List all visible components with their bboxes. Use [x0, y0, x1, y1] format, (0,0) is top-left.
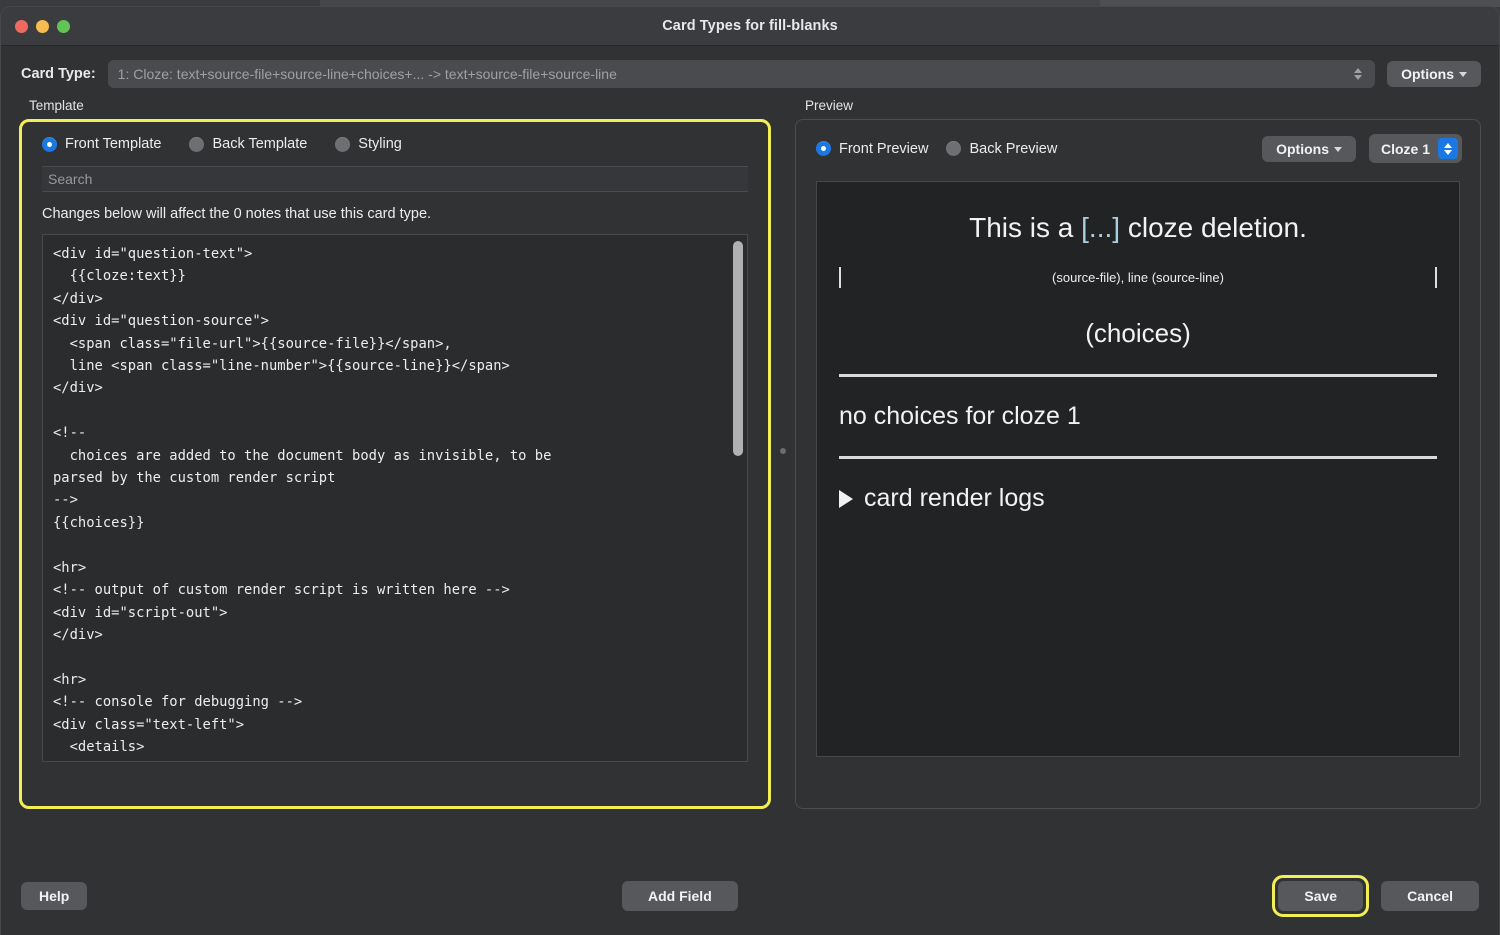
preview-divider-1	[839, 374, 1437, 377]
pane-splitter[interactable]	[771, 98, 795, 814]
preview-pane-caption: Preview	[805, 98, 854, 113]
notes-affected-notice: Changes below will affect the 0 notes th…	[42, 206, 432, 222]
code-scrollbar[interactable]	[733, 241, 743, 755]
code-scrollbar-thumb[interactable]	[733, 241, 743, 456]
right-tick-mark-icon	[1435, 267, 1437, 288]
template-group-box: Front Template Back Template Styling Cha…	[19, 119, 771, 809]
card-type-label: Card Type:	[21, 66, 96, 82]
preview-question-after: cloze deletion.	[1120, 212, 1307, 243]
preview-source-text: (source-file), line (source-line)	[1052, 270, 1224, 285]
chevron-updown-icon	[1351, 68, 1365, 80]
radio-styling[interactable]: Styling	[335, 136, 402, 152]
radio-back-template[interactable]: Back Template	[189, 136, 307, 152]
window-title: Card Types for fill-blanks	[662, 18, 838, 34]
search-input[interactable]	[48, 171, 742, 187]
card-preview-area: This is a [...] cloze deletion. (source-…	[816, 181, 1460, 757]
header-options-button[interactable]: Options	[1387, 61, 1481, 87]
preview-group-box: Front Preview Back Preview Options Cloze…	[795, 119, 1481, 809]
preview-options-label: Options	[1276, 140, 1329, 157]
template-code-text[interactable]: <div id="question-text"> {{cloze:text}} …	[43, 235, 747, 761]
template-radio-group: Front Template Back Template Styling	[22, 122, 768, 152]
search-field-wrapper[interactable]	[42, 166, 748, 192]
radio-back-preview[interactable]: Back Preview	[946, 141, 1057, 157]
radio-front-template[interactable]: Front Template	[42, 136, 161, 152]
save-button-highlight-ring: Save	[1272, 875, 1370, 917]
radio-indicator	[335, 136, 351, 152]
radio-indicator	[42, 136, 57, 152]
card-types-window: Card Types for fill-blanks Card Type: 1:…	[0, 6, 1500, 935]
radio-indicator	[816, 141, 831, 156]
stepper-updown-icon[interactable]	[1438, 138, 1458, 159]
card-type-dropdown[interactable]: 1: Cloze: text+source-file+source-line+c…	[107, 60, 1376, 88]
card-render-logs-disclosure[interactable]: card render logs	[839, 484, 1437, 513]
chevron-down-icon	[1459, 72, 1467, 77]
radio-indicator	[946, 141, 962, 156]
template-code-editor[interactable]: <div id="question-text"> {{cloze:text}} …	[42, 234, 748, 762]
card-type-value: 1: Cloze: text+source-file+source-line+c…	[117, 66, 617, 82]
footer-bar: Help Add Field Save Cancel	[1, 857, 1499, 935]
card-type-row: Card Type: 1: Cloze: text+source-file+so…	[1, 46, 1499, 98]
template-pane-caption: Template	[29, 98, 84, 113]
cloze-selector[interactable]: Cloze 1	[1368, 134, 1462, 163]
main-split: Template Front Template Back Template St…	[1, 98, 1499, 814]
title-bar: Card Types for fill-blanks	[1, 7, 1499, 46]
radio-label: Front Preview	[839, 140, 929, 157]
header-options-label: Options	[1401, 66, 1454, 82]
preview-divider-2	[839, 456, 1437, 459]
radio-indicator	[189, 136, 205, 152]
template-pane: Template Front Template Back Template St…	[19, 98, 771, 814]
preview-source-row: (source-file), line (source-line)	[839, 267, 1437, 288]
preview-choices-placeholder: (choices)	[1085, 318, 1191, 348]
chevron-down-icon	[1333, 146, 1342, 152]
radio-front-preview[interactable]: Front Preview	[816, 141, 928, 157]
cloze-selector-value: Cloze 1	[1380, 140, 1430, 157]
card-render-logs-label: card render logs	[864, 484, 1045, 512]
preview-question-before: This is a	[969, 212, 1082, 243]
add-field-button[interactable]: Add Field	[621, 881, 738, 911]
cancel-button[interactable]: Cancel	[1381, 881, 1479, 911]
triangle-right-icon	[839, 489, 853, 508]
save-button[interactable]: Save	[1278, 881, 1364, 911]
preview-question: This is a [...] cloze deletion.	[839, 210, 1437, 245]
preview-cloze-marker: [...]	[1081, 212, 1121, 243]
preview-options-button[interactable]: Options	[1262, 135, 1356, 162]
help-button[interactable]: Help	[21, 882, 88, 910]
radio-label: Back Preview	[969, 140, 1058, 157]
preview-no-choices-text: no choices for cloze 1	[839, 402, 1081, 430]
radio-label: Back Template	[212, 136, 308, 152]
radio-label: Front Template	[65, 136, 162, 152]
preview-toolbar: Front Preview Back Preview Options Cloze…	[796, 120, 1480, 163]
preview-pane: Preview Front Preview Back Preview Optio…	[795, 98, 1481, 814]
radio-label: Styling	[358, 136, 402, 152]
splitter-handle-icon	[780, 448, 786, 454]
